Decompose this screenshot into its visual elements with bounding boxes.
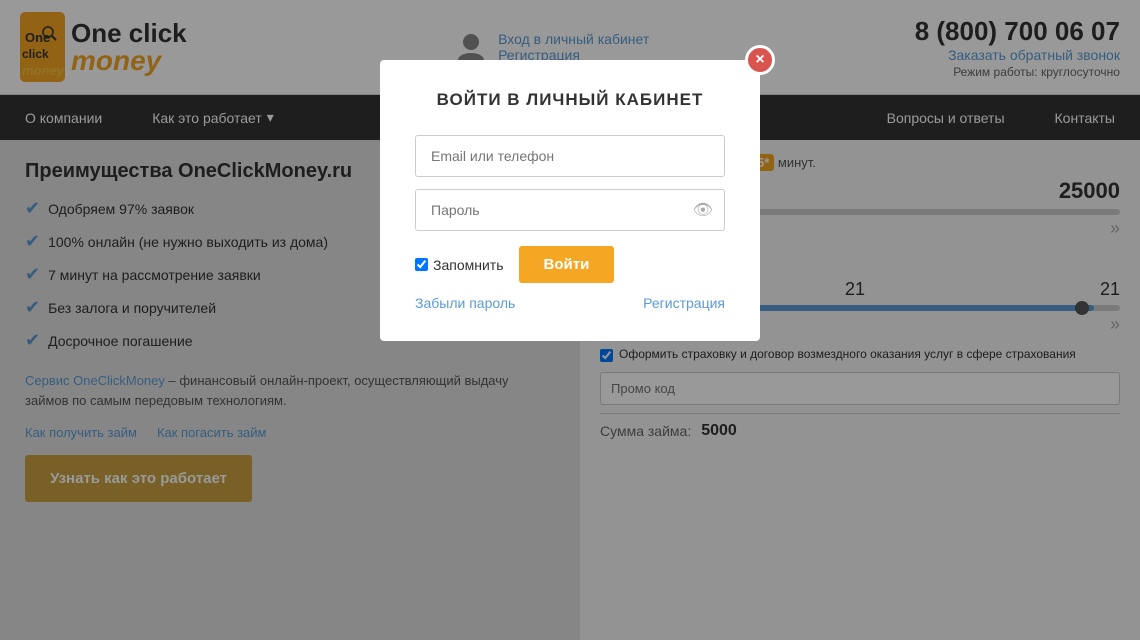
login-button[interactable]: Войти bbox=[519, 246, 615, 283]
modal-register-link[interactable]: Регистрация bbox=[643, 295, 725, 311]
close-button[interactable]: × bbox=[745, 45, 775, 75]
modal-title: ВОЙТИ В ЛИЧНЫЙ КАБИНЕТ bbox=[415, 90, 725, 110]
eye-icon[interactable]: 👁 bbox=[693, 200, 713, 220]
modal-overlay[interactable]: × ВОЙТИ В ЛИЧНЫЙ КАБИНЕТ 👁 Запомнить Вой… bbox=[0, 0, 1140, 640]
remember-checkbox[interactable] bbox=[415, 258, 428, 271]
modal-links: Забыли пароль Регистрация bbox=[415, 295, 725, 311]
password-input[interactable] bbox=[415, 189, 725, 231]
login-modal: × ВОЙТИ В ЛИЧНЫЙ КАБИНЕТ 👁 Запомнить Вой… bbox=[380, 60, 760, 341]
remember-label[interactable]: Запомнить bbox=[415, 257, 504, 273]
modal-actions: Запомнить Войти bbox=[415, 246, 725, 283]
forgot-password-link[interactable]: Забыли пароль bbox=[415, 295, 515, 311]
password-row: 👁 bbox=[415, 189, 725, 231]
email-input[interactable] bbox=[415, 135, 725, 177]
